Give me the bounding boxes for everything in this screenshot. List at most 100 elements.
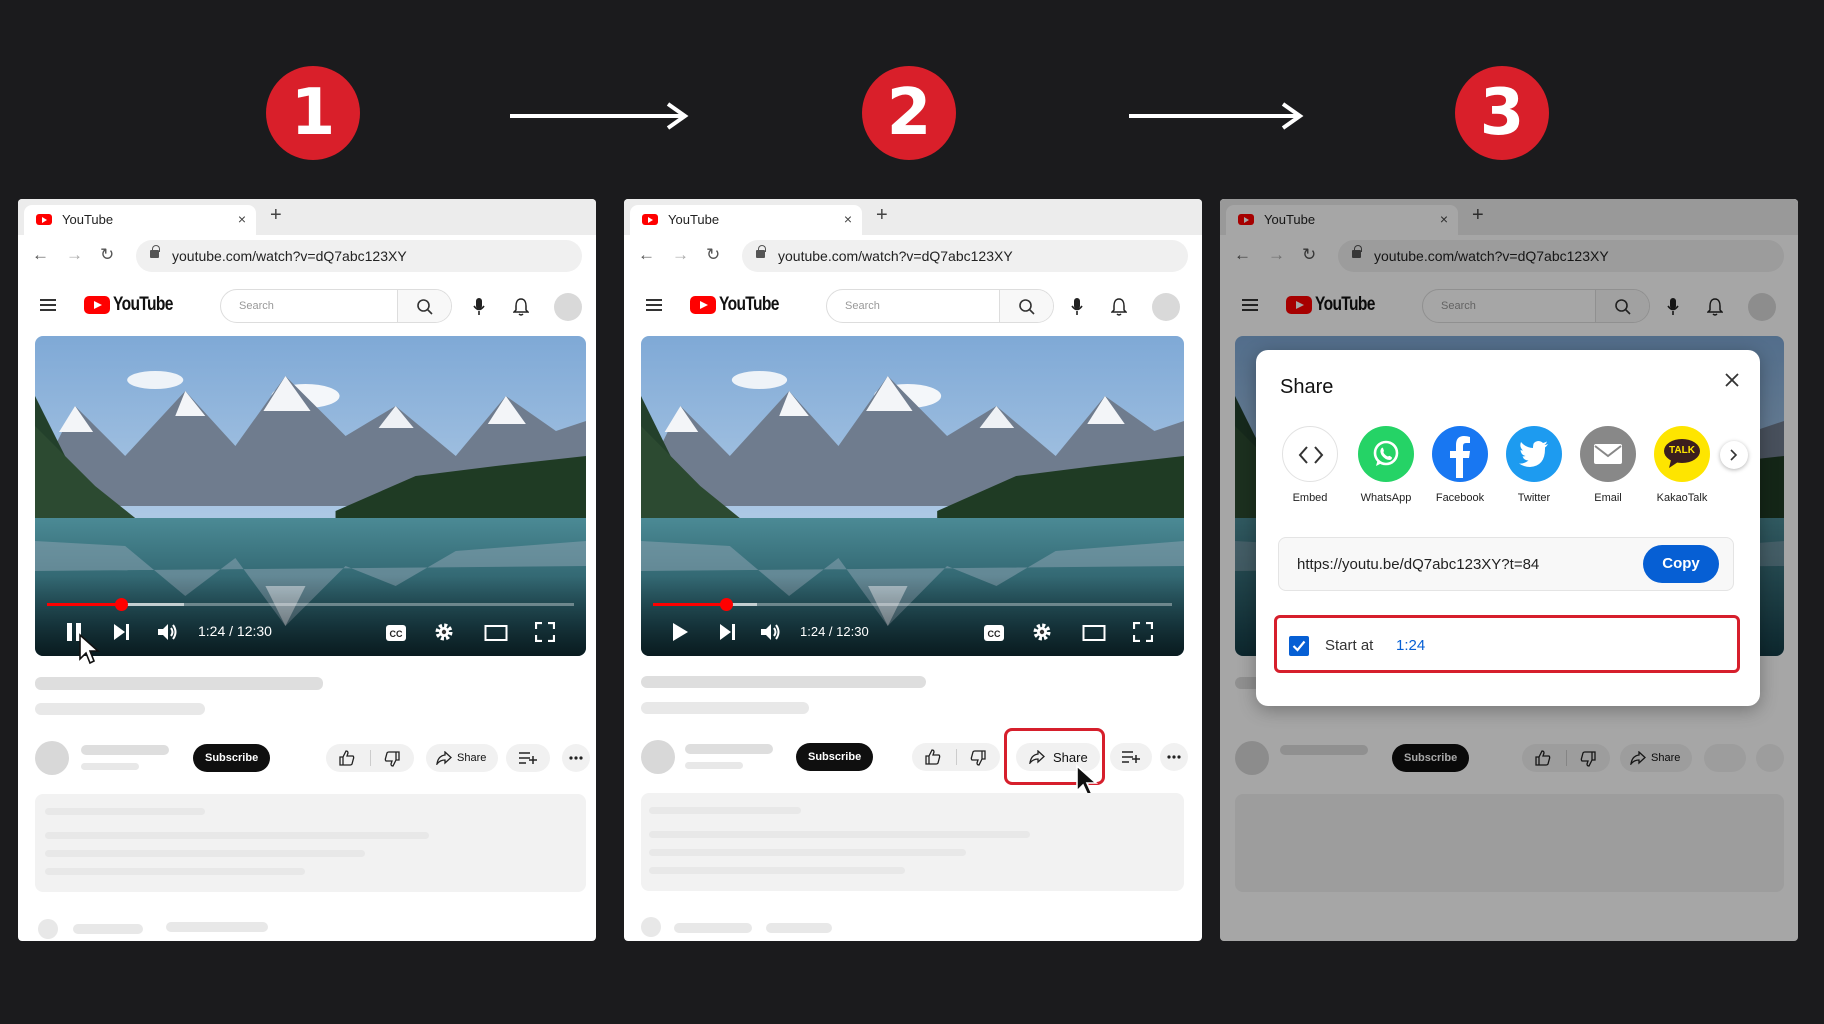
action-row: Subscribe Share bbox=[18, 741, 596, 781]
progress-bar[interactable] bbox=[653, 598, 1172, 611]
copy-button[interactable]: Copy bbox=[1643, 545, 1719, 583]
forward-icon[interactable]: → bbox=[66, 245, 83, 265]
video-player[interactable]: 1:24 / 12:30 CC bbox=[641, 336, 1184, 656]
arrow-right-icon bbox=[510, 102, 689, 130]
share-option-facebook[interactable]: Facebook bbox=[1424, 426, 1496, 504]
settings-gear-icon[interactable] bbox=[1032, 622, 1052, 642]
address-bar[interactable]: youtube.com/watch?v=dQ7abc123XY bbox=[136, 240, 582, 272]
text-line-placeholder bbox=[649, 867, 905, 874]
back-icon[interactable]: ← bbox=[32, 245, 49, 265]
reload-icon[interactable]: ↻ bbox=[706, 245, 720, 265]
like-icon[interactable] bbox=[925, 749, 941, 765]
next-icon[interactable] bbox=[113, 622, 131, 642]
search-box[interactable]: Search bbox=[826, 289, 1054, 323]
address-bar[interactable]: youtube.com/watch?v=dQ7abc123XY bbox=[742, 240, 1188, 272]
browser-tab[interactable]: YouTube × bbox=[630, 205, 862, 235]
subscribe-button[interactable]: Subscribe bbox=[193, 744, 271, 772]
mouse-cursor-icon bbox=[79, 633, 100, 665]
more-horizontal-icon bbox=[569, 756, 583, 760]
text-line-placeholder bbox=[649, 807, 801, 814]
captions-icon[interactable]: CC bbox=[983, 624, 1005, 642]
notification-bell-icon[interactable] bbox=[1111, 297, 1127, 317]
tab-close-icon[interactable]: × bbox=[844, 211, 852, 227]
menu-icon[interactable] bbox=[40, 299, 56, 311]
facebook-icon bbox=[1432, 426, 1488, 482]
next-icon[interactable] bbox=[719, 622, 737, 642]
tab-title: YouTube bbox=[62, 212, 114, 227]
youtube-header: YouTube Search bbox=[624, 277, 1202, 337]
save-to-playlist-button[interactable] bbox=[1110, 743, 1152, 771]
avatar-placeholder bbox=[38, 919, 58, 939]
share-option-label: Email bbox=[1594, 492, 1622, 504]
forward-icon[interactable]: → bbox=[672, 245, 689, 265]
fullscreen-icon[interactable] bbox=[535, 622, 555, 642]
share-option-twitter[interactable]: Twitter bbox=[1498, 426, 1570, 504]
like-icon[interactable] bbox=[339, 750, 355, 766]
controls-gradient bbox=[641, 576, 1184, 656]
email-icon bbox=[1580, 426, 1636, 482]
user-avatar[interactable] bbox=[1152, 293, 1180, 321]
subscriber-count-placeholder bbox=[81, 763, 139, 770]
share-option-embed[interactable]: Embed bbox=[1274, 426, 1346, 504]
progress-scrubber[interactable] bbox=[719, 598, 733, 611]
tab-close-icon[interactable]: × bbox=[238, 211, 246, 227]
tab-title: YouTube bbox=[668, 212, 720, 227]
title-placeholder bbox=[35, 677, 323, 690]
save-to-playlist-button[interactable] bbox=[506, 744, 550, 772]
settings-gear-icon[interactable] bbox=[434, 622, 454, 642]
new-tab-icon[interactable]: + bbox=[270, 204, 282, 227]
text-line-placeholder bbox=[166, 922, 268, 932]
theater-mode-icon[interactable] bbox=[484, 624, 508, 642]
step-2-badge: 2 bbox=[862, 66, 956, 160]
dislike-icon[interactable] bbox=[384, 751, 400, 767]
share-button[interactable]: Share bbox=[426, 744, 498, 772]
description-placeholder bbox=[35, 794, 586, 892]
user-avatar[interactable] bbox=[554, 293, 582, 321]
close-icon[interactable] bbox=[1724, 372, 1740, 388]
share-option-label: WhatsApp bbox=[1360, 492, 1412, 504]
more-options-button[interactable] bbox=[562, 744, 590, 772]
share-option-email[interactable]: Email bbox=[1572, 426, 1644, 504]
share-arrow-icon bbox=[436, 751, 452, 765]
progress-scrubber[interactable] bbox=[114, 598, 128, 611]
search-button[interactable] bbox=[999, 290, 1053, 322]
video-player[interactable]: 1:24 / 12:30 CC bbox=[35, 336, 586, 656]
more-options-button[interactable] bbox=[1160, 743, 1188, 771]
channel-avatar[interactable] bbox=[641, 740, 675, 774]
notification-bell-icon[interactable] bbox=[513, 297, 529, 317]
start-at-checkbox[interactable] bbox=[1289, 636, 1309, 656]
new-tab-icon[interactable]: + bbox=[876, 204, 888, 227]
share-option-kakaotalk[interactable]: TALK KakaoTalk bbox=[1646, 426, 1718, 504]
chevron-right-icon bbox=[1730, 449, 1738, 461]
back-icon[interactable]: ← bbox=[638, 245, 655, 265]
text-line-placeholder bbox=[45, 850, 365, 857]
progress-bar[interactable] bbox=[47, 598, 574, 611]
search-button[interactable] bbox=[397, 290, 451, 322]
twitter-icon bbox=[1506, 426, 1562, 482]
play-icon[interactable] bbox=[671, 622, 689, 642]
fullscreen-icon[interactable] bbox=[1133, 622, 1153, 642]
subscribe-button[interactable]: Subscribe bbox=[796, 743, 874, 771]
theater-mode-icon[interactable] bbox=[1082, 624, 1106, 642]
start-at-time[interactable]: 1:24 bbox=[1396, 637, 1425, 654]
more-horizontal-icon bbox=[1167, 755, 1181, 759]
captions-icon[interactable]: CC bbox=[385, 624, 407, 642]
share-options-next-button[interactable] bbox=[1720, 441, 1748, 469]
title-placeholder bbox=[641, 676, 926, 688]
reload-icon[interactable]: ↻ bbox=[100, 245, 114, 265]
microphone-icon[interactable] bbox=[1070, 297, 1084, 317]
dislike-icon[interactable] bbox=[970, 750, 986, 766]
youtube-logo-icon bbox=[690, 296, 716, 314]
channel-avatar[interactable] bbox=[35, 741, 69, 775]
volume-icon[interactable] bbox=[760, 622, 782, 642]
share-option-whatsapp[interactable]: WhatsApp bbox=[1350, 426, 1422, 504]
svg-text:CC: CC bbox=[988, 629, 1001, 639]
browser-tab[interactable]: YouTube × bbox=[24, 205, 256, 235]
like-dislike-group bbox=[912, 743, 1000, 771]
search-box[interactable]: Search bbox=[220, 289, 452, 323]
volume-icon[interactable] bbox=[157, 622, 179, 642]
tab-bar: YouTube × + bbox=[18, 199, 596, 235]
menu-icon[interactable] bbox=[646, 299, 662, 311]
microphone-icon[interactable] bbox=[472, 297, 486, 317]
share-link-text[interactable]: https://youtu.be/dQ7abc123XY?t=84 bbox=[1297, 556, 1539, 573]
